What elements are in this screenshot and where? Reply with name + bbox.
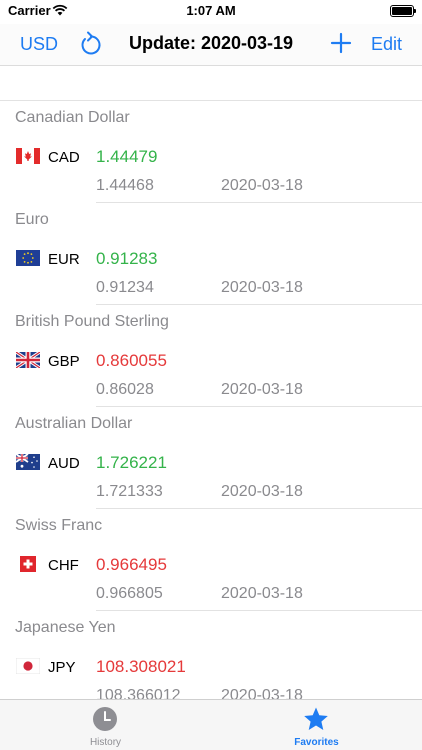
previous-date: 2020-03-18 [221,279,303,296]
australia-flag-icon [16,454,40,470]
navigation-bar: USD Update: 2020-03-19 Edit [0,24,422,66]
currency-row-aud[interactable]: Australian Dollar AUD 1.726221 1.721333 … [0,407,422,509]
current-rate: 1.726221 [96,453,167,472]
tab-history[interactable]: History [0,700,211,750]
battery-icon [390,5,416,17]
clock-icon [93,707,117,731]
japan-flag-icon [16,658,40,674]
status-time: 1:07 AM [186,3,236,18]
edit-button[interactable]: Edit [371,34,402,55]
tab-label: Favorites [294,737,339,748]
currency-name: Euro [15,211,49,228]
current-rate: 0.91283 [96,249,158,268]
currency-list: Canadian Dollar CAD 1.44479 1.44468 2020… [0,101,422,713]
currency-code: EUR [48,251,80,268]
page-title: Update: 2020-03-19 [128,33,294,53]
current-rate: 0.860055 [96,351,167,370]
currency-name: Canadian Dollar [15,109,130,126]
tab-bar: History Favorites [0,699,422,750]
currency-name: Australian Dollar [15,415,133,432]
currency-row-chf[interactable]: Swiss Franc CHF 0.966495 0.966805 2020-0… [0,509,422,611]
tab-label: History [89,737,122,748]
previous-rate: 0.966805 [96,585,163,602]
previous-rate: 0.86028 [96,381,154,398]
status-bar: Carrier 1:07 AM [0,0,422,24]
currency-row-jpy[interactable]: Japanese Yen JPY 108.308021 108.366012 2… [0,611,422,713]
current-rate: 0.966495 [96,555,167,574]
previous-date: 2020-03-18 [221,585,303,602]
current-rate: 1.44479 [96,147,158,166]
currency-row-gbp[interactable]: British Pound Sterling GBP 0.860055 0.86… [0,305,422,407]
currency-code: CAD [48,149,80,166]
previous-date: 2020-03-18 [221,177,303,194]
currency-row-eur[interactable]: Euro EUR 0.91283 0.91234 2020-03-18 [0,203,422,305]
uk-flag-icon [16,352,40,368]
previous-rate: 0.91234 [96,279,154,296]
currency-name: Japanese Yen [15,619,116,636]
canada-flag-icon [16,148,40,164]
eu-flag-icon [16,250,40,266]
currency-name: Swiss Franc [15,517,103,534]
currency-name: British Pound Sterling [15,313,169,330]
currency-code: AUD [48,455,80,472]
currency-code: JPY [48,659,76,676]
star-icon [304,707,328,730]
add-icon[interactable] [330,30,352,56]
currency-code: CHF [48,557,79,574]
previous-date: 2020-03-18 [221,483,303,500]
current-rate: 108.308021 [96,657,186,676]
previous-rate: 1.721333 [96,483,163,500]
tab-favorites[interactable]: Favorites [211,700,422,750]
previous-date: 2020-03-18 [221,381,303,398]
switzerland-flag-icon [20,556,36,572]
header-spacer [0,66,422,101]
previous-rate: 1.44468 [96,177,154,194]
currency-row-cad[interactable]: Canadian Dollar CAD 1.44479 1.44468 2020… [0,101,422,203]
currency-code: GBP [48,353,80,370]
